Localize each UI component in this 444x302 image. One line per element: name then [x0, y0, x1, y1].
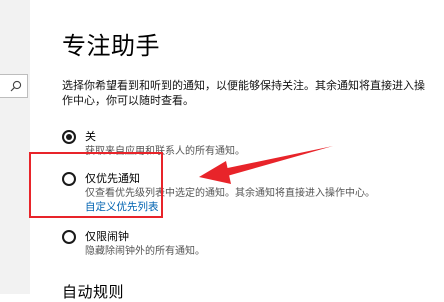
option-priority-only-description: 仅查看优先级列表中选定的通知。其余通知将直接进入操作中心。 — [85, 188, 375, 199]
option-priority-only-label: 仅优先通知 — [85, 172, 140, 185]
focus-assist-page: 专注助手 选择你希望看到和听到的通知，以便能够保持关注。其余通知将直接进入操作中… — [62, 0, 444, 301]
search-input[interactable] — [0, 74, 28, 98]
option-off-description: 获取来自应用和联系人的所有通知。 — [85, 146, 245, 157]
search-icon — [10, 80, 22, 92]
radio-off[interactable] — [62, 130, 76, 144]
sidebar — [0, 0, 30, 294]
radio-priority-only[interactable] — [62, 172, 76, 186]
customize-priority-list-link[interactable]: 自定义优先列表 — [85, 201, 159, 214]
option-alarms-only-label: 仅限闹钟 — [85, 230, 129, 243]
radio-alarms-only[interactable] — [62, 230, 76, 244]
page-description: 选择你希望看到和听到的通知，以便能够保持关注。其余通知将直接进入操作中心，你可以… — [62, 79, 425, 107]
page-title: 专注助手 — [62, 32, 160, 60]
option-off-label: 关 — [85, 130, 96, 143]
option-alarms-only-description: 隐藏除闹钟外的所有通知。 — [85, 246, 205, 257]
automatic-rules-heading: 自动规则 — [62, 283, 125, 301]
